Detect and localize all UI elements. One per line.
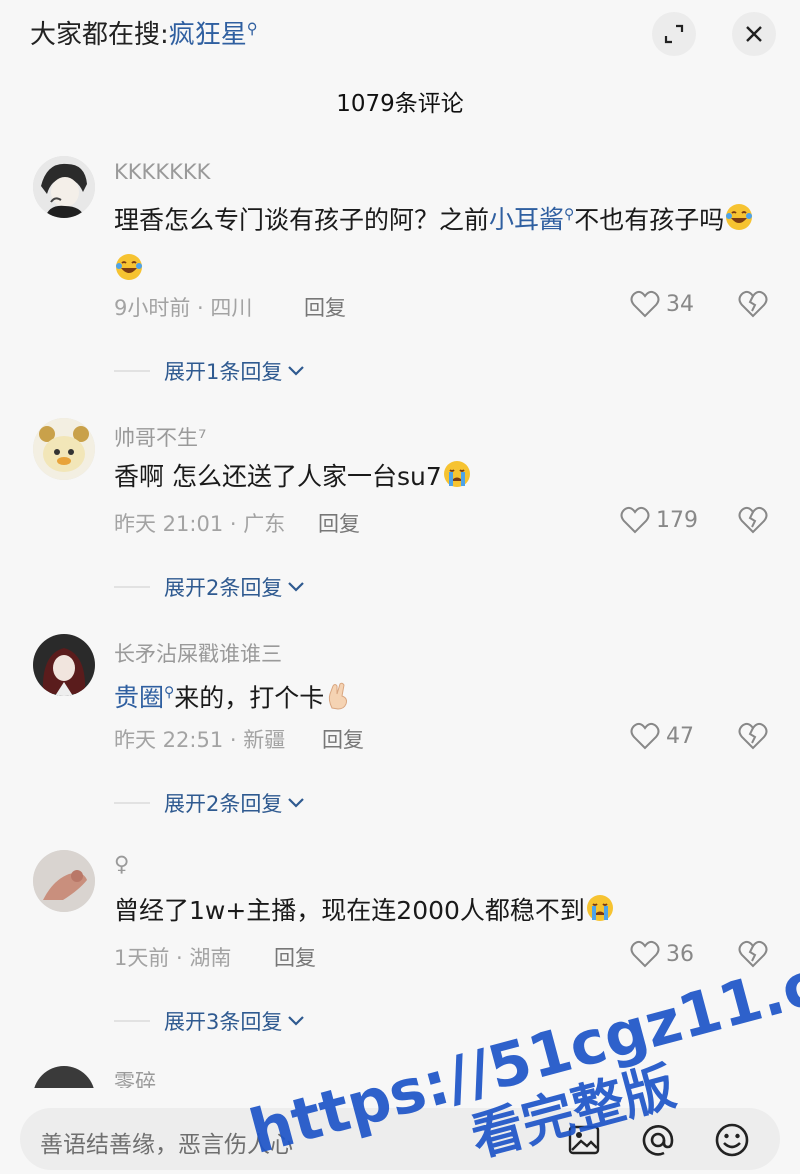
trending-search[interactable]: 大家都在搜:疯狂星⚲ — [30, 14, 258, 51]
like-button[interactable]: 34 — [630, 290, 694, 318]
reply-button[interactable]: 回复 — [304, 292, 346, 322]
broken-heart-icon — [738, 290, 768, 318]
like-count: 36 — [666, 941, 694, 967]
topic-link[interactable]: 贵圈⚲ — [114, 683, 174, 712]
comment-time-location: 昨天 21:01 · 广东 — [114, 512, 286, 536]
username[interactable]: KKKKKKK — [114, 160, 210, 184]
expand-replies[interactable]: 展开2条回复 — [114, 572, 306, 602]
username[interactable]: 长矛沾屎戳谁谁三 — [114, 638, 282, 668]
dislike-button[interactable] — [738, 940, 768, 972]
comment-text: 曾经了1w+主播，现在连2000人都稳不到 — [114, 888, 764, 938]
comment-text: 理香怎么专门谈有孩子的阿？之前小耳酱⚲不也有孩子吗 — [114, 192, 764, 297]
reply-button[interactable]: 回复 — [322, 724, 364, 754]
chevron-down-icon — [288, 1016, 305, 1026]
like-button[interactable]: 179 — [620, 506, 698, 534]
chevron-down-icon — [288, 798, 305, 808]
search-icon: ⚲ — [246, 19, 258, 38]
expand-replies-label: 展开3条回复 — [164, 1010, 283, 1034]
comment-text: 贵圈⚲来的，打个卡 — [114, 670, 764, 725]
divider — [114, 1020, 150, 1022]
heart-icon — [630, 290, 660, 318]
expand-replies[interactable]: 展开3条回复 — [114, 1006, 306, 1036]
like-count: 34 — [666, 291, 694, 317]
avatar[interactable] — [33, 156, 95, 218]
chevron-down-icon — [288, 366, 305, 376]
search-icon: ⚲ — [564, 207, 575, 223]
trending-search-term[interactable]: 疯狂星 — [169, 20, 247, 50]
expand-replies-label: 展开1条回复 — [164, 360, 283, 384]
topic-link[interactable]: 小耳酱⚲ — [489, 205, 574, 234]
reply-button[interactable]: 回复 — [318, 508, 360, 538]
like-count: 47 — [666, 723, 694, 749]
image-icon[interactable] — [566, 1122, 602, 1158]
reply-button[interactable]: 回复 — [274, 942, 316, 972]
heart-icon — [620, 506, 650, 534]
expand-replies[interactable]: 展开1条回复 — [114, 356, 306, 386]
avatar[interactable] — [33, 850, 95, 912]
loudly-crying-emoji — [442, 458, 472, 504]
like-button[interactable]: 36 — [630, 940, 694, 968]
broken-heart-icon — [738, 722, 768, 750]
heart-icon — [630, 940, 660, 968]
comment-input-bar: 善语结善缘，恶言伤人心 — [0, 1088, 800, 1174]
avatar[interactable] — [33, 634, 95, 696]
comment-time-location: 昨天 22:51 · 新疆 — [114, 728, 286, 752]
heart-icon — [630, 722, 660, 750]
like-button[interactable]: 47 — [630, 722, 694, 750]
loudly-crying-emoji — [585, 892, 615, 938]
emoji-icon[interactable] — [714, 1122, 750, 1158]
dislike-button[interactable] — [738, 722, 768, 754]
username[interactable]: ♀ — [114, 852, 129, 876]
trending-search-prefix: 大家都在搜: — [30, 20, 169, 50]
dislike-button[interactable] — [738, 506, 768, 538]
comment-input[interactable]: 善语结善缘，恶言伤人心 — [20, 1108, 780, 1170]
username[interactable]: 帅哥不生⁷ — [114, 422, 206, 452]
expand-button[interactable] — [652, 12, 696, 56]
comment-time-location: 1天前 · 湖南 — [114, 946, 232, 970]
comment-count-title: 1079条评论 — [336, 91, 464, 117]
expand-replies-label: 展开2条回复 — [164, 792, 283, 816]
expand-replies-label: 展开2条回复 — [164, 576, 283, 600]
top-bar: 大家都在搜:疯狂星⚲ — [0, 0, 800, 70]
broken-heart-icon — [738, 506, 768, 534]
divider — [114, 802, 150, 804]
like-count: 179 — [656, 507, 698, 533]
comment-time-location: 9小时前 · 四川 — [114, 296, 253, 320]
divider — [114, 370, 150, 372]
laughing-crying-emoji — [114, 251, 144, 297]
comment-input-placeholder: 善语结善缘，恶言伤人心 — [40, 1132, 293, 1158]
avatar[interactable] — [33, 418, 95, 480]
close-button[interactable] — [732, 12, 776, 56]
broken-heart-icon — [738, 940, 768, 968]
dislike-button[interactable] — [738, 290, 768, 322]
mention-icon[interactable] — [640, 1122, 676, 1158]
comment-text: 香啊 怎么还送了人家一台su7 — [114, 454, 764, 504]
expand-replies[interactable]: 展开2条回复 — [114, 788, 306, 818]
close-icon — [746, 26, 762, 42]
expand-icon — [664, 24, 684, 44]
ok-hand-emoji — [324, 679, 352, 725]
chevron-down-icon — [288, 582, 305, 592]
search-icon: ⚲ — [164, 685, 175, 701]
divider — [114, 586, 150, 588]
laughing-crying-emoji — [724, 201, 754, 247]
